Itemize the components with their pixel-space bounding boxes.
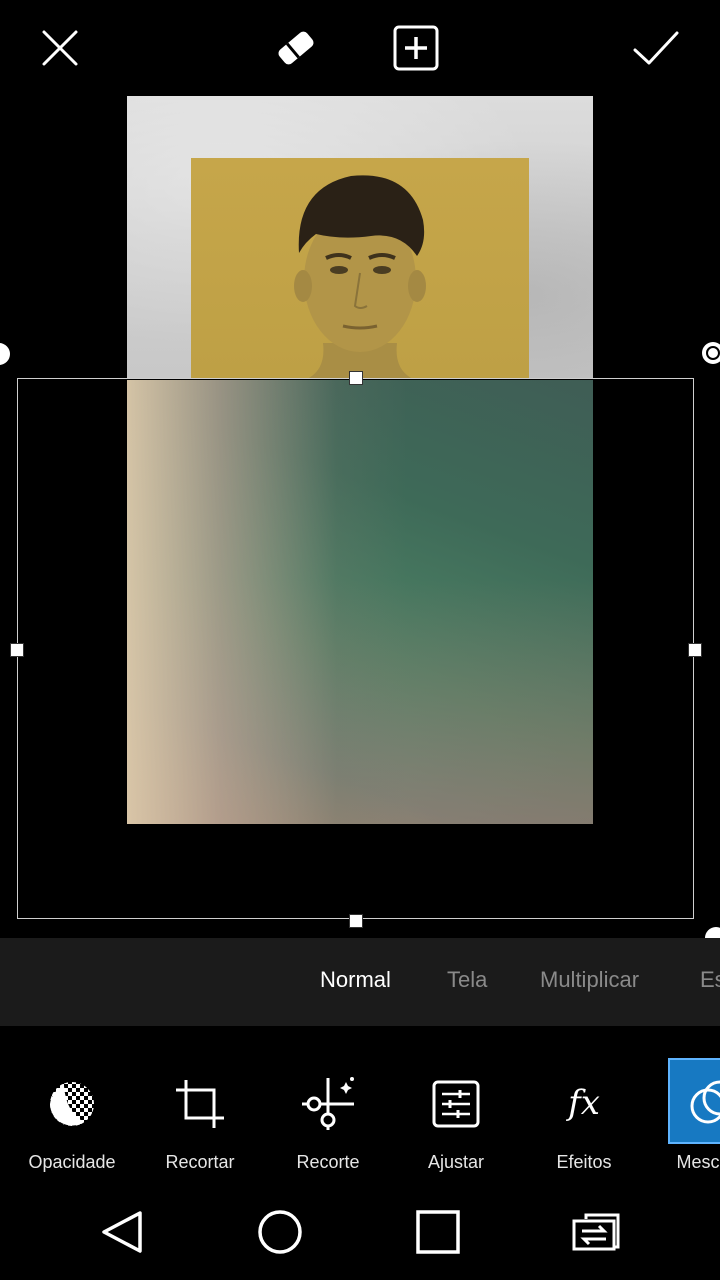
svg-text:fx: fx bbox=[565, 1083, 600, 1123]
portrait-photo bbox=[191, 158, 529, 378]
blend-option-tela[interactable]: Tela bbox=[447, 966, 487, 994]
switch-app-icon[interactable] bbox=[570, 1205, 624, 1259]
resize-handle-bottom[interactable] bbox=[349, 914, 363, 928]
tool-label: Recorte bbox=[296, 1152, 360, 1172]
check-icon[interactable] bbox=[632, 24, 680, 72]
add-icon[interactable] bbox=[392, 24, 440, 72]
tool-recorte[interactable]: Recorte bbox=[273, 1058, 383, 1178]
rotate-handle-right[interactable] bbox=[702, 342, 720, 364]
eraser-icon[interactable] bbox=[272, 24, 320, 72]
blend-option-es[interactable]: Es bbox=[700, 966, 720, 994]
tool-label: Efeitos bbox=[556, 1152, 612, 1172]
tool-opacidade[interactable]: Opacidade bbox=[17, 1058, 127, 1178]
resize-handle-left[interactable] bbox=[10, 643, 24, 657]
tool-recortar[interactable]: Recortar bbox=[145, 1058, 255, 1178]
blend-option-normal[interactable]: Normal bbox=[320, 966, 391, 994]
back-icon[interactable] bbox=[96, 1205, 150, 1259]
resize-handle-top[interactable] bbox=[349, 371, 363, 385]
tool-label: Mesc bbox=[676, 1152, 720, 1172]
adjust-icon bbox=[428, 1076, 484, 1132]
tool-label: Recortar bbox=[165, 1152, 235, 1172]
crop-icon bbox=[172, 1076, 228, 1132]
tool-mesclar[interactable]: Mesc bbox=[668, 1058, 720, 1178]
blend-icon bbox=[684, 1076, 720, 1132]
resize-handle-right[interactable] bbox=[688, 643, 702, 657]
opacity-icon bbox=[44, 1076, 100, 1132]
tool-ajustar[interactable]: Ajustar bbox=[401, 1058, 511, 1178]
home-icon[interactable] bbox=[253, 1205, 307, 1259]
selection-box[interactable] bbox=[17, 378, 694, 919]
tool-label: Opacidade bbox=[28, 1152, 116, 1172]
blend-mode-bar: Normal Tela Multiplicar Es bbox=[0, 938, 720, 1026]
close-icon[interactable] bbox=[36, 24, 84, 72]
cutout-icon bbox=[300, 1076, 356, 1132]
rotate-handle-left[interactable] bbox=[0, 343, 10, 365]
tool-efeitos[interactable]: fx Efeitos bbox=[529, 1058, 639, 1178]
blend-option-multiplicar[interactable]: Multiplicar bbox=[540, 966, 639, 994]
recents-icon[interactable] bbox=[411, 1205, 465, 1259]
tool-label: Ajustar bbox=[427, 1152, 485, 1172]
effects-icon: fx bbox=[556, 1076, 612, 1132]
